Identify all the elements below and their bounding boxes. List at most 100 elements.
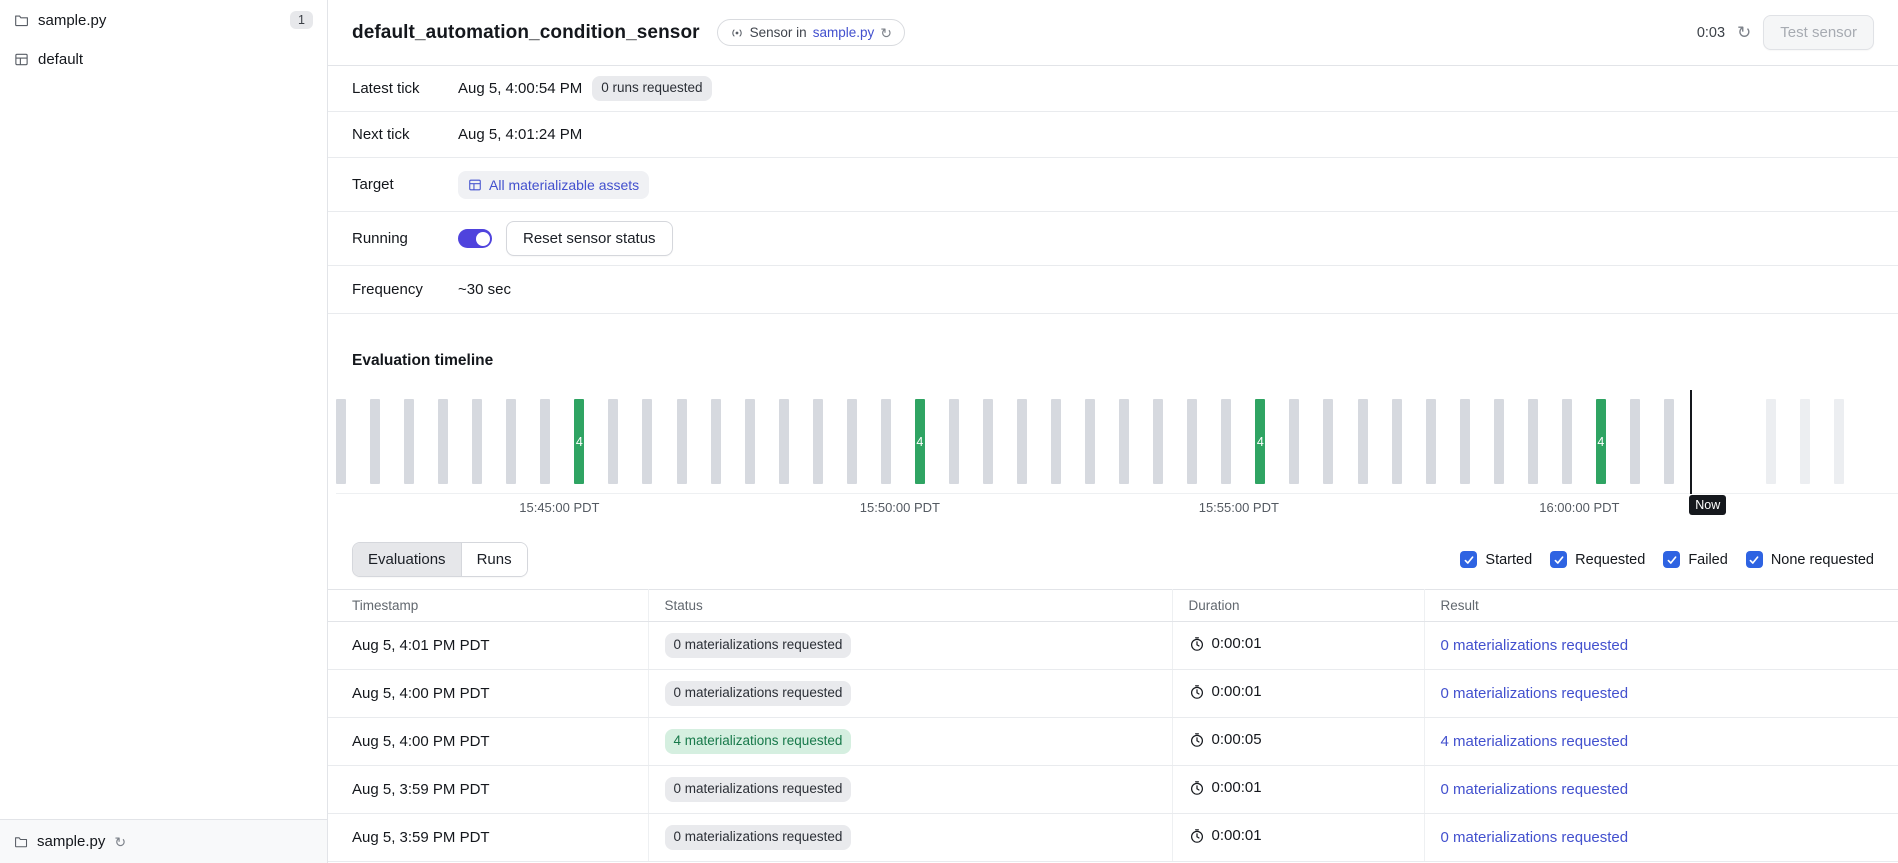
timeline-bar[interactable] [1017,399,1027,484]
reload-icon[interactable]: ↻ [114,835,126,849]
evaluations-table: TimestampStatusDurationResult Aug 5, 4:0… [328,589,1898,862]
timeline-bar[interactable] [1323,399,1333,484]
refresh-icon[interactable]: ↻ [880,26,892,40]
running-toggle[interactable] [458,229,492,248]
result-link[interactable]: 4 materializations requested [1441,733,1629,750]
timeline-bar[interactable] [370,399,380,484]
checkbox-icon[interactable] [1663,551,1680,568]
timeline-bar[interactable] [1051,399,1061,484]
checkbox-icon[interactable] [1550,551,1567,568]
timeline-bar[interactable] [438,399,448,484]
timeline-bar[interactable] [813,399,823,484]
sensor-details: Latest tick Aug 5, 4:00:54 PM 0 runs req… [328,66,1898,314]
timeline-bar[interactable] [881,399,891,484]
timeline-bar[interactable] [472,399,482,484]
refresh-icon[interactable]: ↻ [1737,24,1751,41]
timeline-bar[interactable] [1358,399,1368,484]
main-content: default_automation_condition_sensor Sens… [328,0,1898,863]
group-name: default [38,51,83,68]
runs-requested-badge: 0 runs requested [592,76,711,101]
timeline-bar[interactable] [1119,399,1129,484]
timeline-bar[interactable] [1630,399,1640,484]
timeline-bar[interactable] [1528,399,1538,484]
timeline-bar-requested[interactable]: 4 [574,399,584,484]
timeline-bar-requested[interactable]: 4 [1596,399,1606,484]
filter-group: Started Requested Failed None requested [1460,551,1874,568]
result-link[interactable]: 0 materializations requested [1441,685,1629,702]
table-row: Aug 5, 4:01 PM PDT 0 materializations req… [328,622,1898,670]
timeline-bar[interactable] [540,399,550,484]
timeline-bar[interactable] [1664,399,1674,484]
table-row: Aug 5, 4:00 PM PDT 0 materializations req… [328,670,1898,718]
detail-row-frequency: Frequency ~30 sec [328,266,1898,314]
filter-started[interactable]: Started [1460,551,1532,568]
timeline-bar[interactable] [1153,399,1163,484]
timeline-bar-requested[interactable]: 4 [915,399,925,484]
header-actions: 0:03 ↻ Test sensor [1697,15,1874,50]
tab-runs[interactable]: Runs [462,543,527,576]
filter-requested[interactable]: Requested [1550,551,1645,568]
duration-cell: 0:00:01 [1189,779,1262,796]
timeline-bar-count: 4 [916,435,923,449]
timeline-bar[interactable] [677,399,687,484]
timeline-bar[interactable] [1289,399,1299,484]
sidebar-footer[interactable]: sample.py ↻ [0,819,327,863]
count-badge: 1 [290,11,313,29]
checkbox-icon[interactable] [1746,551,1763,568]
clock-icon [1189,732,1205,748]
timeline-bar[interactable] [608,399,618,484]
timeline-bar[interactable] [1221,399,1231,484]
result-link[interactable]: 0 materializations requested [1441,781,1629,798]
test-sensor-button[interactable]: Test sensor [1763,15,1874,50]
page-title: default_automation_condition_sensor [352,22,700,44]
timeline-bar[interactable] [1187,399,1197,484]
column-header-duration: Duration [1172,590,1424,622]
timestamp-cell: Aug 5, 4:00 PM PDT [328,718,648,766]
refresh-countdown: 0:03 [1697,25,1725,41]
timestamp-cell: Aug 5, 4:01 PM PDT [328,622,648,670]
timeline-bar-requested[interactable]: 4 [1255,399,1265,484]
timeline-bar[interactable] [1562,399,1572,484]
status-badge: 0 materializations requested [665,777,852,802]
code-location-name: sample.py [38,12,106,29]
timeline-bar[interactable] [1426,399,1436,484]
detail-row-running: Running Reset sensor status [328,212,1898,266]
timeline-bar[interactable] [336,399,346,484]
timeline-bar[interactable] [983,399,993,484]
timeline-bar[interactable] [642,399,652,484]
asset-group-icon [14,52,29,67]
sidebar-item-default-group[interactable]: default [0,40,327,79]
sidebar-item-code-location[interactable]: sample.py 1 [0,0,327,40]
timeline-bar[interactable] [1085,399,1095,484]
clock-icon [1189,828,1205,844]
tab-evaluations[interactable]: Evaluations [353,543,462,576]
result-link[interactable]: 0 materializations requested [1441,829,1629,846]
filter-label: None requested [1771,552,1874,568]
timeline-bar[interactable] [949,399,959,484]
table-header-row: TimestampStatusDurationResult [328,590,1898,622]
code-location-link[interactable]: sample.py [813,25,875,40]
timestamp-cell: Aug 5, 3:59 PM PDT [328,766,648,814]
timeline-bar[interactable] [1460,399,1470,484]
timeline-bar[interactable] [847,399,857,484]
timeline-bar[interactable] [506,399,516,484]
timestamp-cell: Aug 5, 4:00 PM PDT [328,670,648,718]
target-assets-tag[interactable]: All materializable assets [458,171,649,199]
status-badge: 0 materializations requested [665,681,852,706]
reset-sensor-status-button[interactable]: Reset sensor status [506,221,673,256]
timeline-bar[interactable] [711,399,721,484]
timeline-bar[interactable] [1494,399,1504,484]
target-tag-label: All materializable assets [489,177,639,193]
timestamp-cell: Aug 5, 3:59 PM PDT [328,814,648,862]
timeline-bar[interactable] [404,399,414,484]
list-controls: EvaluationsRuns Started Requested Failed No… [328,542,1898,577]
sensor-icon [730,26,744,40]
result-link[interactable]: 0 materializations requested [1441,637,1629,654]
filter-failed[interactable]: Failed [1663,551,1728,568]
timeline-bar[interactable] [779,399,789,484]
timeline-bar[interactable] [745,399,755,484]
timeline-bar[interactable] [1392,399,1402,484]
latest-tick-time: Aug 5, 4:00:54 PM [458,80,582,97]
checkbox-icon[interactable] [1460,551,1477,568]
filter-none-requested[interactable]: None requested [1746,551,1874,568]
